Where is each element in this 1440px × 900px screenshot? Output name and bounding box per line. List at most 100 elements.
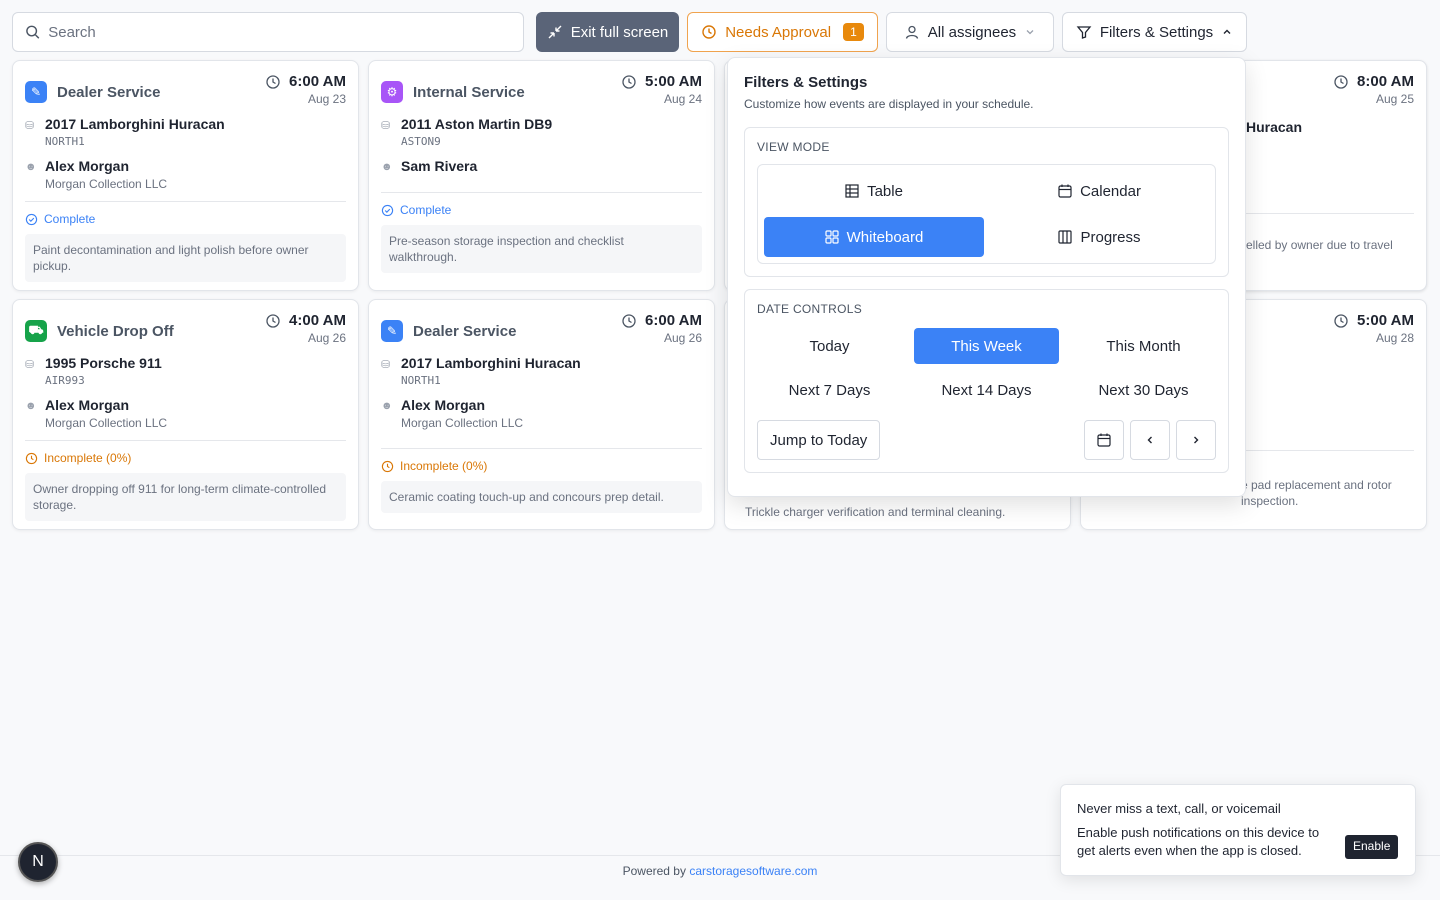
status-badge: Complete [381,203,702,217]
status-label: Complete [400,203,452,217]
event-note: Ceramic coating touch-up and concours pr… [381,481,702,513]
vehicle-name: 2017 Lamborghini Huracan [401,355,581,371]
status-label: Incomplete (0%) [400,459,488,473]
clock-icon [381,460,394,472]
assignees-dropdown[interactable]: All assignees [886,12,1054,52]
date-picker-button[interactable] [1084,420,1124,460]
calendar-icon [1097,433,1111,447]
event-type: ⚙ Internal Service [381,81,525,103]
person-icon: ☻ [25,400,37,412]
needs-approval-label: Needs Approval [725,23,832,41]
event-time: 8:00 AM [1357,73,1414,90]
status-badge: Incomplete (0%) [381,459,702,473]
event-time: 5:00 AM [1357,312,1414,329]
filters-settings-popover: Filters & Settings Customize how events … [727,57,1246,497]
event-card[interactable]: ✎ Dealer Service 6:00 AM Aug 23 ⛁ 2017 La… [12,60,359,291]
vehicle-plate: NORTH1 [401,374,441,387]
view-option-calendar[interactable]: Calendar [990,171,1209,211]
event-type-label: Dealer Service [413,322,517,340]
popover-subtitle: Customize how events are displayed in yo… [744,97,1034,111]
status-label: Incomplete (0%) [44,451,132,465]
event-time: 5:00 AM [645,73,702,90]
divider [381,192,702,193]
next-button[interactable] [1176,420,1216,460]
calendar-icon [1058,184,1072,198]
status-badge: Complete [25,212,346,226]
view-mode-section: VIEW MODE Table Calendar Whiteboard Prog… [744,127,1229,277]
divider [25,201,346,202]
status-badge: Incomplete (0%) [25,451,346,465]
user-icon [905,25,918,39]
view-mode-options: Table Calendar Whiteboard Progress [757,164,1216,264]
event-card[interactable]: ⛟ Vehicle Drop Off 4:00 AM Aug 26 ⛁ 1995 … [12,299,359,530]
event-date: Aug 26 [663,331,702,345]
date-range-options: Today This Week This Month Next 7 Days N… [757,328,1216,408]
date-option-next-30-days[interactable]: Next 30 Days [1071,372,1216,408]
enable-notifications-button[interactable]: Enable [1345,835,1399,859]
vehicle-name: 2011 Aston Martin DB9 [401,116,553,132]
event-date: Aug 23 [307,92,346,106]
divider [381,448,702,449]
view-option-label: Whiteboard [846,228,924,246]
needs-approval-button[interactable]: Needs Approval 1 [687,12,878,52]
date-option-next-14-days[interactable]: Next 14 Days [914,372,1059,408]
person-name: Alex Morgan [45,158,130,174]
columns-icon [1058,230,1073,244]
vehicle-name: Huracan [1246,119,1303,135]
event-note: e pad replacement and rotor inspection. [1241,478,1392,508]
status-label: Complete [44,212,96,226]
event-type-label: Dealer Service [57,83,161,101]
date-option-this-week[interactable]: This Week [914,328,1059,364]
truck-icon: ⛟ [25,320,47,342]
previous-button[interactable] [1130,420,1170,460]
person-name: Sam Rivera [401,158,478,174]
view-option-progress[interactable]: Progress [990,217,1209,257]
event-note: Paint decontamination and light polish b… [25,234,346,282]
event-date: Aug 28 [1375,331,1414,345]
avatar[interactable]: N [18,842,58,882]
view-option-label: Table [867,182,903,200]
person-name: Alex Morgan [401,397,486,413]
event-note: Trickle charger verification and termina… [745,505,1006,519]
exit-fullscreen-button[interactable]: Exit full screen [536,12,679,52]
event-time: 6:00 AM [289,73,346,90]
event-note: Pre-season storage inspection and checkl… [381,225,702,273]
view-option-table[interactable]: Table [764,171,984,211]
clock-icon [266,74,280,89]
event-type: ✎ Dealer Service [381,320,516,342]
event-type-label: Internal Service [413,83,525,101]
person-icon: ☻ [25,161,37,173]
event-card[interactable]: ✎ Dealer Service 6:00 AM Aug 26 ⛁ 2017 La… [368,299,715,530]
vehicle-plate: NORTH1 [45,135,85,148]
event-card[interactable]: ⚙ Internal Service 5:00 AM Aug 24 ⛁ 2011 … [368,60,715,291]
jump-to-today-button[interactable]: Jump to Today [757,420,881,460]
event-note: Owner dropping off 911 for long-term cli… [25,473,346,521]
event-time: 6:00 AM [645,312,702,329]
search-icon [26,25,40,39]
filters-settings-button[interactable]: Filters & Settings [1062,12,1247,52]
toast-body: Enable push notifications on this device… [1077,825,1320,858]
toolbar: Exit full screen Needs Approval 1 All as… [12,12,1428,52]
date-option-next-7-days[interactable]: Next 7 Days [757,372,902,408]
chevron-right-icon [1194,436,1199,444]
clock-icon [1334,313,1348,328]
view-option-whiteboard[interactable]: Whiteboard [764,217,984,257]
vehicle-plate: AIR993 [45,374,85,387]
check-circle-icon [381,204,394,216]
search-input[interactable] [48,23,511,41]
filter-icon [1076,26,1092,39]
event-type: ✎ Dealer Service [25,81,160,103]
event-note: elled by owner due to travel [1246,238,1393,252]
company-name: Morgan Collection LLC [45,177,168,191]
car-icon: ⛁ [25,120,35,132]
date-option-this-month[interactable]: This Month [1071,328,1216,364]
search-box[interactable] [12,12,524,52]
wrench-icon: ✎ [25,81,47,103]
toast-title: Never miss a text, call, or voicemail [1077,801,1281,816]
footer-link[interactable]: carstoragesoftware.com [689,864,817,878]
exit-fullscreen-label: Exit full screen [570,23,669,41]
check-circle-icon [25,213,38,225]
gear-icon: ⚙ [381,81,403,103]
date-option-today[interactable]: Today [757,328,902,364]
event-type: ⛟ Vehicle Drop Off [25,320,174,342]
